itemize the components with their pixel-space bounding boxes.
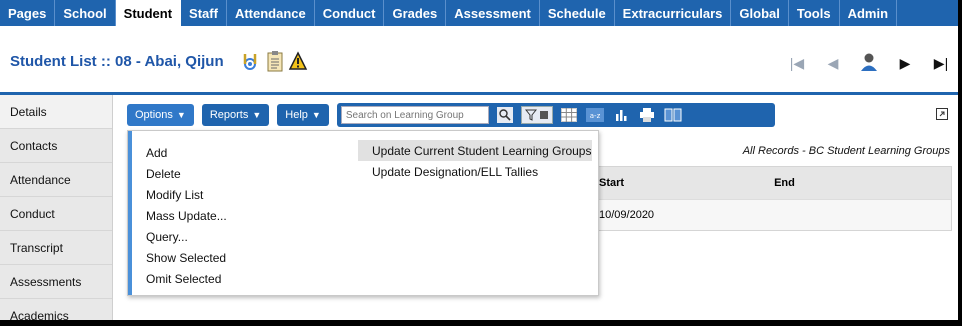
- menu-accent-bar: [128, 131, 132, 295]
- menu-item-update-current-student-learning-groups[interactable]: Update Current Student Learning Groups: [358, 140, 592, 161]
- alert-bell-icon[interactable]: [288, 50, 308, 75]
- menu-item-query[interactable]: Query...: [146, 226, 227, 247]
- menu-item-update-designation-ell-tallies[interactable]: Update Designation/ELL Tallies: [358, 161, 592, 182]
- record-navigation: |◀ ◀ ▶ ▶|: [788, 52, 950, 75]
- menu-item-mass-update[interactable]: Mass Update...: [146, 205, 227, 226]
- sidebar-item-contacts[interactable]: Contacts: [0, 129, 112, 163]
- popout-icon[interactable]: [936, 108, 948, 123]
- table-row[interactable]: 10/09/2020: [593, 199, 951, 230]
- help-button[interactable]: Help ▼: [277, 104, 329, 126]
- column-header-start[interactable]: Start: [593, 167, 768, 199]
- menu-item-add[interactable]: Add: [146, 142, 227, 163]
- records-label: All Records - BC Student Learning Groups: [742, 145, 950, 157]
- options-menu: Add Delete Modify List Mass Update... Qu…: [127, 130, 599, 296]
- tab-student[interactable]: Student: [115, 0, 182, 26]
- book-icon[interactable]: [663, 106, 683, 124]
- tab-grades[interactable]: Grades: [384, 0, 447, 26]
- tab-conduct[interactable]: Conduct: [315, 0, 385, 26]
- page-header: Student List :: 08 - Abai, Qijun |◀ ◀ ▶ …: [0, 26, 958, 95]
- menu-item-show-selected[interactable]: Show Selected: [146, 247, 227, 268]
- options-label: Options: [135, 109, 173, 121]
- tab-tools[interactable]: Tools: [789, 0, 840, 26]
- tab-admin[interactable]: Admin: [840, 0, 898, 26]
- next-record-icon[interactable]: ▶: [896, 55, 914, 72]
- grid-icon[interactable]: [559, 106, 579, 124]
- search-icon[interactable]: [495, 106, 515, 124]
- search-input[interactable]: [340, 106, 489, 124]
- sidebar-item-academics[interactable]: Academics: [0, 299, 112, 321]
- cell-start: 10/09/2020: [599, 209, 655, 221]
- menu-item-omit-selected[interactable]: Omit Selected: [146, 268, 227, 289]
- caret-down-icon: ▼: [252, 110, 262, 120]
- reports-button[interactable]: Reports ▼: [201, 104, 270, 126]
- table-header: Start End: [593, 167, 951, 199]
- caret-down-icon: ▼: [176, 110, 186, 120]
- reports-label: Reports: [209, 109, 249, 121]
- caret-down-icon: ▼: [311, 110, 321, 120]
- menu-item-modify-list[interactable]: Modify List: [146, 184, 227, 205]
- filter-icon[interactable]: [520, 106, 553, 124]
- app-window: Pages School Student Staff Attendance Co…: [0, 0, 958, 320]
- sidebar: Details Contacts Attendance Conduct Tran…: [0, 95, 113, 320]
- previous-record-icon[interactable]: ◀: [824, 55, 842, 72]
- cell-end: [768, 200, 951, 230]
- sidebar-item-assessments[interactable]: Assessments: [0, 265, 112, 299]
- column-header-end[interactable]: End: [768, 167, 951, 199]
- tab-global[interactable]: Global: [731, 0, 789, 26]
- student-profile-icon[interactable]: [860, 52, 878, 75]
- tab-assessment[interactable]: Assessment: [446, 0, 540, 26]
- student-alert-icons: [238, 50, 308, 75]
- learning-groups-table: Start End 10/09/2020: [592, 166, 952, 231]
- search-bar: a-z: [336, 103, 775, 127]
- top-navigation: Pages School Student Staff Attendance Co…: [0, 0, 958, 26]
- medical-icon[interactable]: [238, 50, 262, 75]
- sidebar-item-attendance[interactable]: Attendance: [0, 163, 112, 197]
- options-menu-column-2: Update Current Student Learning Groups U…: [358, 140, 592, 182]
- tab-attendance[interactable]: Attendance: [227, 0, 315, 26]
- print-icon[interactable]: [637, 106, 657, 124]
- sidebar-item-conduct[interactable]: Conduct: [0, 197, 112, 231]
- tab-extracurriculars[interactable]: Extracurriculars: [615, 0, 732, 26]
- options-menu-column-1: Add Delete Modify List Mass Update... Qu…: [146, 142, 227, 289]
- toolbar: Options▼ Reports▼ Help▼ a-z: [127, 103, 775, 127]
- last-record-icon[interactable]: ▶|: [932, 55, 950, 72]
- tab-pages[interactable]: Pages: [0, 0, 56, 26]
- first-record-icon[interactable]: |◀: [788, 55, 806, 72]
- notepad-icon[interactable]: [266, 50, 284, 75]
- tab-school[interactable]: School: [55, 0, 116, 26]
- tab-staff[interactable]: Staff: [181, 0, 227, 26]
- sidebar-item-transcript[interactable]: Transcript: [0, 231, 112, 265]
- chart-icon[interactable]: [611, 106, 631, 124]
- help-label: Help: [285, 109, 308, 121]
- svg-text:a-z: a-z: [590, 112, 601, 120]
- sidebar-item-details[interactable]: Details: [0, 95, 112, 129]
- page-title: Student List :: 08 - Abai, Qijun: [10, 53, 224, 70]
- tab-schedule[interactable]: Schedule: [540, 0, 615, 26]
- options-button[interactable]: Options ▼: [127, 104, 194, 126]
- sort-az-icon[interactable]: a-z: [585, 106, 605, 124]
- menu-item-delete[interactable]: Delete: [146, 163, 227, 184]
